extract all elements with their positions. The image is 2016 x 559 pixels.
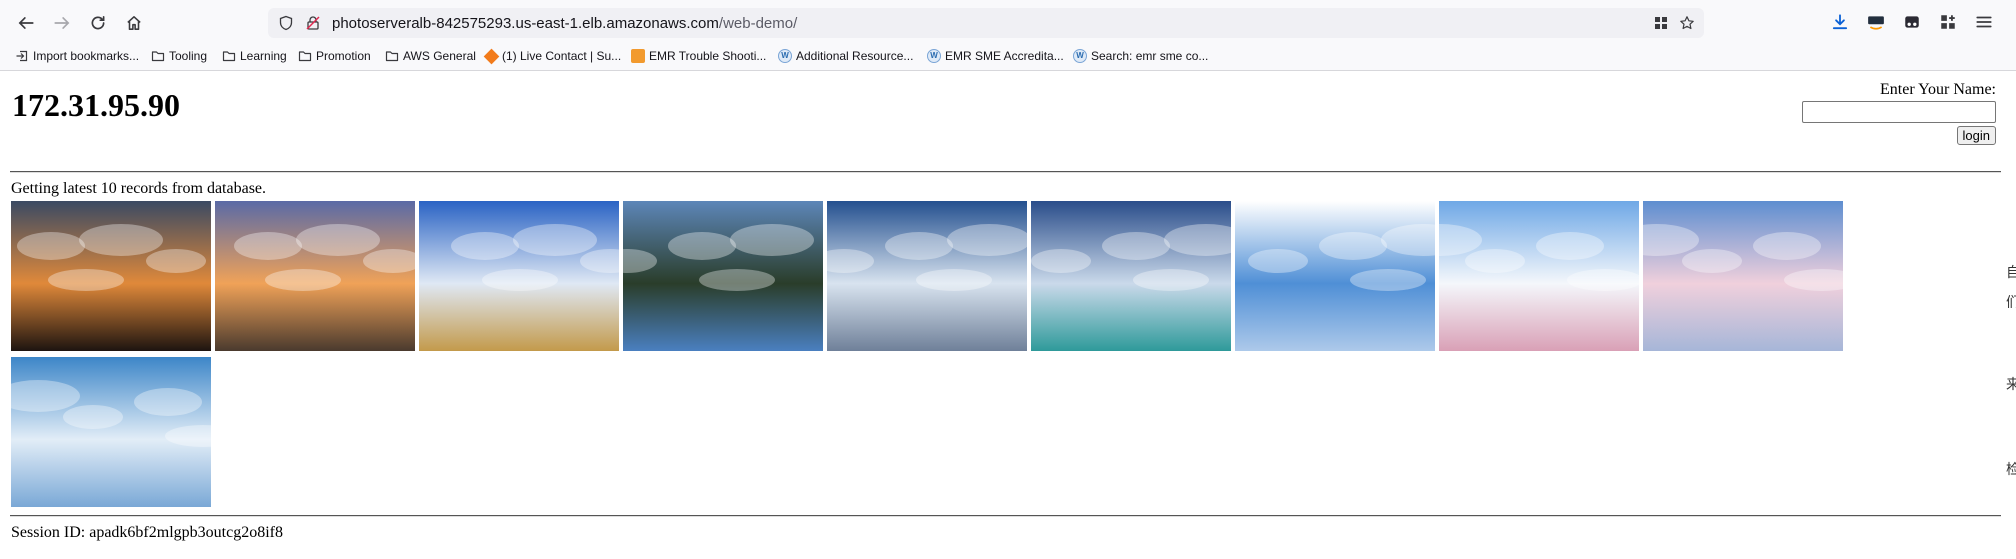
name-label: Enter Your Name: <box>1880 81 1996 98</box>
bookmark-emr-sme-accreditation[interactable]: W EMR SME Accredita... <box>927 49 1064 63</box>
records-status-text: Getting latest 10 records from database. <box>11 180 267 197</box>
reload-button[interactable] <box>85 10 111 36</box>
folder-icon <box>385 49 399 63</box>
url-host: photoserveralb-842575293.us-east-1.elb.a… <box>332 15 719 32</box>
address-bar[interactable]: photoserveralb-842575293.us-east-1.elb.a… <box>268 8 1704 38</box>
ocean-clouds-photo <box>1031 201 1248 351</box>
forward-arrow-icon <box>54 17 70 29</box>
bookmark-folder-tooling[interactable]: Tooling <box>151 49 207 63</box>
import-icon <box>15 49 29 63</box>
extensions-icon[interactable] <box>1937 11 1959 33</box>
photo-7[interactable] <box>1235 201 1465 351</box>
lake-reflection-photo <box>597 201 823 351</box>
bookmark-import[interactable]: Import bookmarks... <box>15 49 139 63</box>
folder-icon <box>222 49 236 63</box>
emr-icon <box>631 49 645 63</box>
photo-4[interactable] <box>597 201 823 351</box>
back-arrow-icon <box>18 17 34 29</box>
login-button[interactable]: login <box>1956 126 1996 145</box>
bookmark-label: Search: emr sme co... <box>1091 49 1209 63</box>
w-icon: W <box>778 49 792 63</box>
w-icon: W <box>1073 49 1087 63</box>
photo-5[interactable] <box>814 201 1031 351</box>
bookmark-live-contact[interactable]: (1) Live Contact | Su... <box>483 48 622 64</box>
photo-8[interactable] <box>1398 201 1643 351</box>
top-divider <box>10 171 2001 173</box>
container-tabs-icon[interactable] <box>1901 11 1923 33</box>
side-text-char: 检 <box>2006 462 2016 478</box>
bookmark-label: AWS General <box>403 49 476 63</box>
bookmark-folder-aws-general[interactable]: AWS General <box>385 49 476 63</box>
box-icon <box>483 48 499 64</box>
insecure-lock-icon[interactable] <box>304 14 322 32</box>
photo-9[interactable] <box>1615 201 1860 351</box>
bookmark-search-emr-sme[interactable]: W Search: emr sme co... <box>1073 49 1208 63</box>
bookmark-star-icon[interactable] <box>1678 14 1696 32</box>
server-ip-heading: 172.31.95.90 <box>12 87 180 123</box>
sun-rays-photo <box>1235 201 1465 351</box>
bookmark-folder-promotion[interactable]: Promotion <box>298 49 371 63</box>
w-icon: W <box>927 49 941 63</box>
menu-hamburger-icon[interactable] <box>1973 11 1995 33</box>
page-content: 172.31.95.90 Enter Your Name: login Gett… <box>0 71 2016 559</box>
bookmark-folder-learning[interactable]: Learning <box>222 49 287 63</box>
bookmark-label: EMR SME Accredita... <box>945 49 1064 63</box>
home-icon <box>127 16 141 30</box>
downloads-icon[interactable] <box>1829 11 1851 33</box>
tracking-shield-icon[interactable] <box>277 14 295 32</box>
url-path: /web-demo/ <box>718 15 798 32</box>
bookmark-label: Additional Resource... <box>796 49 914 63</box>
side-text-char: 来 <box>2006 377 2016 393</box>
bottom-divider <box>10 515 2001 517</box>
beach-sunset-photo <box>215 201 423 351</box>
rainbow-clouds-photo <box>1398 201 1643 351</box>
photo-2[interactable] <box>215 201 423 351</box>
amazon-extension-icon[interactable] <box>1865 11 1887 33</box>
bookmarks-toolbar: Import bookmarks... Tooling Learning Pro… <box>0 44 2016 71</box>
bookmark-label: (1) Live Contact | Su... <box>502 49 622 63</box>
sunset-clouds-photo <box>11 201 211 351</box>
road-sky-photo <box>419 201 640 351</box>
side-text-char: 们 <box>2006 295 2016 311</box>
browser-toolbar: photoserveralb-842575293.us-east-1.elb.a… <box>0 0 2016 44</box>
side-text-char: 自 <box>2006 265 2016 281</box>
login-form: Enter Your Name: login <box>1802 81 1996 145</box>
pier-clouds-photo <box>814 201 1031 351</box>
name-input[interactable] <box>1802 101 1996 123</box>
folder-icon <box>151 49 165 63</box>
bookmark-additional-resources[interactable]: W Additional Resource... <box>778 49 913 63</box>
bookmark-label: Learning <box>240 49 287 63</box>
photo-3[interactable] <box>419 201 640 351</box>
extensions-grid-icon[interactable] <box>1652 14 1670 32</box>
photo-6[interactable] <box>1031 201 1248 351</box>
back-button[interactable] <box>13 10 39 36</box>
pink-clouds-photo <box>1615 201 1860 351</box>
bookmark-emr-troubleshooting[interactable]: EMR Trouble Shooti... <box>631 49 766 63</box>
bookmark-label: Tooling <box>169 49 208 63</box>
photo-10[interactable] <box>0 357 241 507</box>
bookmark-label: Import bookmarks... <box>33 49 140 63</box>
bookmark-label: EMR Trouble Shooti... <box>649 49 767 63</box>
bookmark-label: Promotion <box>316 49 371 63</box>
forward-button[interactable] <box>49 10 75 36</box>
session-id-text: Session ID: apadk6bf2mlgpb3outcg2o8if8 <box>11 524 283 541</box>
blue-clouds-photo <box>0 357 241 507</box>
url-text[interactable]: photoserveralb-842575293.us-east-1.elb.a… <box>332 15 797 32</box>
reload-icon <box>91 15 105 30</box>
home-button[interactable] <box>121 10 147 36</box>
photo-1[interactable] <box>11 201 211 351</box>
folder-icon <box>298 49 312 63</box>
